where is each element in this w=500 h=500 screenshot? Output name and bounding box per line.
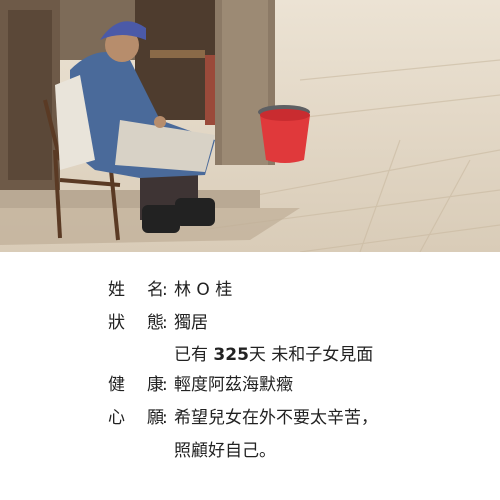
colon: : [162, 313, 168, 333]
colon: : [162, 280, 168, 300]
street-scene-illustration [0, 0, 500, 252]
status-detail: 已有 325天 未和子女見面 [174, 345, 374, 365]
wish-value-line2: 照顧好自己。 [174, 441, 276, 461]
name-value: 林 O 桂 [174, 280, 233, 300]
days-count: 325 [213, 345, 249, 365]
wish-value-line1: 希望兒女在外不要太辛苦， [174, 408, 378, 428]
status-value: 獨居 [174, 313, 208, 333]
red-bucket [258, 105, 310, 163]
health-value: 輕度阿茲海默癥 [174, 375, 293, 395]
colon: : [162, 408, 168, 428]
portrait-photo [0, 0, 500, 252]
profile-card: 姓 名 : 林 O 桂 狀 態 : 獨居 已有 325天 未和子女見面 健 康 … [0, 0, 500, 500]
stone-step [0, 190, 260, 208]
name-label: 姓 名 [108, 280, 164, 300]
profile-info: 姓 名 : 林 O 桂 狀 態 : 獨居 已有 325天 未和子女見面 健 康 … [0, 252, 500, 500]
wish-label: 心 願 [108, 408, 164, 428]
status-label: 狀 態 [108, 313, 164, 333]
colon: : [162, 375, 168, 395]
health-label: 健 康 [108, 375, 164, 395]
